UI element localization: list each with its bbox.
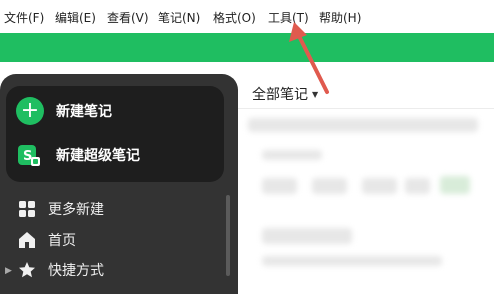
new-super-note-label: 新建超级笔记 bbox=[56, 148, 140, 164]
toolbar bbox=[0, 33, 494, 62]
blurred-content bbox=[440, 176, 470, 194]
blurred-content bbox=[262, 228, 352, 244]
sidebar-item-more-new[interactable]: 更多新建 bbox=[18, 198, 104, 220]
blurred-content bbox=[248, 118, 478, 132]
blurred-content bbox=[262, 178, 297, 194]
grid-icon bbox=[18, 200, 36, 218]
note-list-area bbox=[238, 74, 494, 276]
menu-view[interactable]: 查看(V) bbox=[107, 9, 149, 26]
menu-note[interactable]: 笔记(N) bbox=[158, 9, 200, 26]
sidebar-item-label: 更多新建 bbox=[48, 202, 104, 218]
divider bbox=[238, 108, 494, 109]
sidebar-item-label: 首页 bbox=[48, 233, 76, 249]
menu-edit[interactable]: 编辑(E) bbox=[55, 9, 96, 26]
blurred-content bbox=[405, 178, 430, 194]
blurred-content bbox=[362, 178, 397, 194]
new-super-note-button[interactable]: S 新建超级笔记 bbox=[16, 140, 216, 170]
home-icon bbox=[18, 231, 36, 249]
menu-tools[interactable]: 工具(T) bbox=[268, 9, 309, 26]
svg-text:S: S bbox=[23, 149, 32, 164]
caret-down-icon: ▼ bbox=[312, 89, 319, 99]
blurred-content bbox=[312, 178, 347, 194]
sidebar-scrollbar[interactable] bbox=[226, 195, 230, 276]
toolbar-gap bbox=[0, 62, 494, 72]
sidebar-item-label: 快捷方式 bbox=[48, 263, 104, 279]
plus-icon: + bbox=[16, 97, 44, 125]
all-notes-label: 全部笔记 bbox=[252, 87, 308, 103]
menu-file[interactable]: 文件(F) bbox=[4, 9, 44, 26]
all-notes-dropdown[interactable]: 全部笔记 ▼ bbox=[252, 84, 318, 104]
menu-bar: 文件(F) 编辑(E) 查看(V) 笔记(N) 格式(O) 工具(T) 帮助(H… bbox=[0, 0, 494, 33]
expand-chevron-icon[interactable]: ▶ bbox=[5, 266, 12, 276]
menu-help[interactable]: 帮助(H) bbox=[319, 9, 361, 26]
new-note-button[interactable]: + 新建笔记 bbox=[16, 96, 216, 126]
star-icon bbox=[18, 261, 36, 279]
new-note-label: 新建笔记 bbox=[56, 104, 112, 120]
menu-format[interactable]: 格式(O) bbox=[213, 9, 256, 26]
super-note-icon: S bbox=[16, 142, 42, 168]
blurred-content bbox=[262, 256, 442, 266]
sidebar-item-home[interactable]: 首页 bbox=[18, 229, 76, 251]
sidebar-item-shortcuts[interactable]: 快捷方式 bbox=[18, 259, 104, 281]
blurred-content bbox=[262, 150, 322, 160]
